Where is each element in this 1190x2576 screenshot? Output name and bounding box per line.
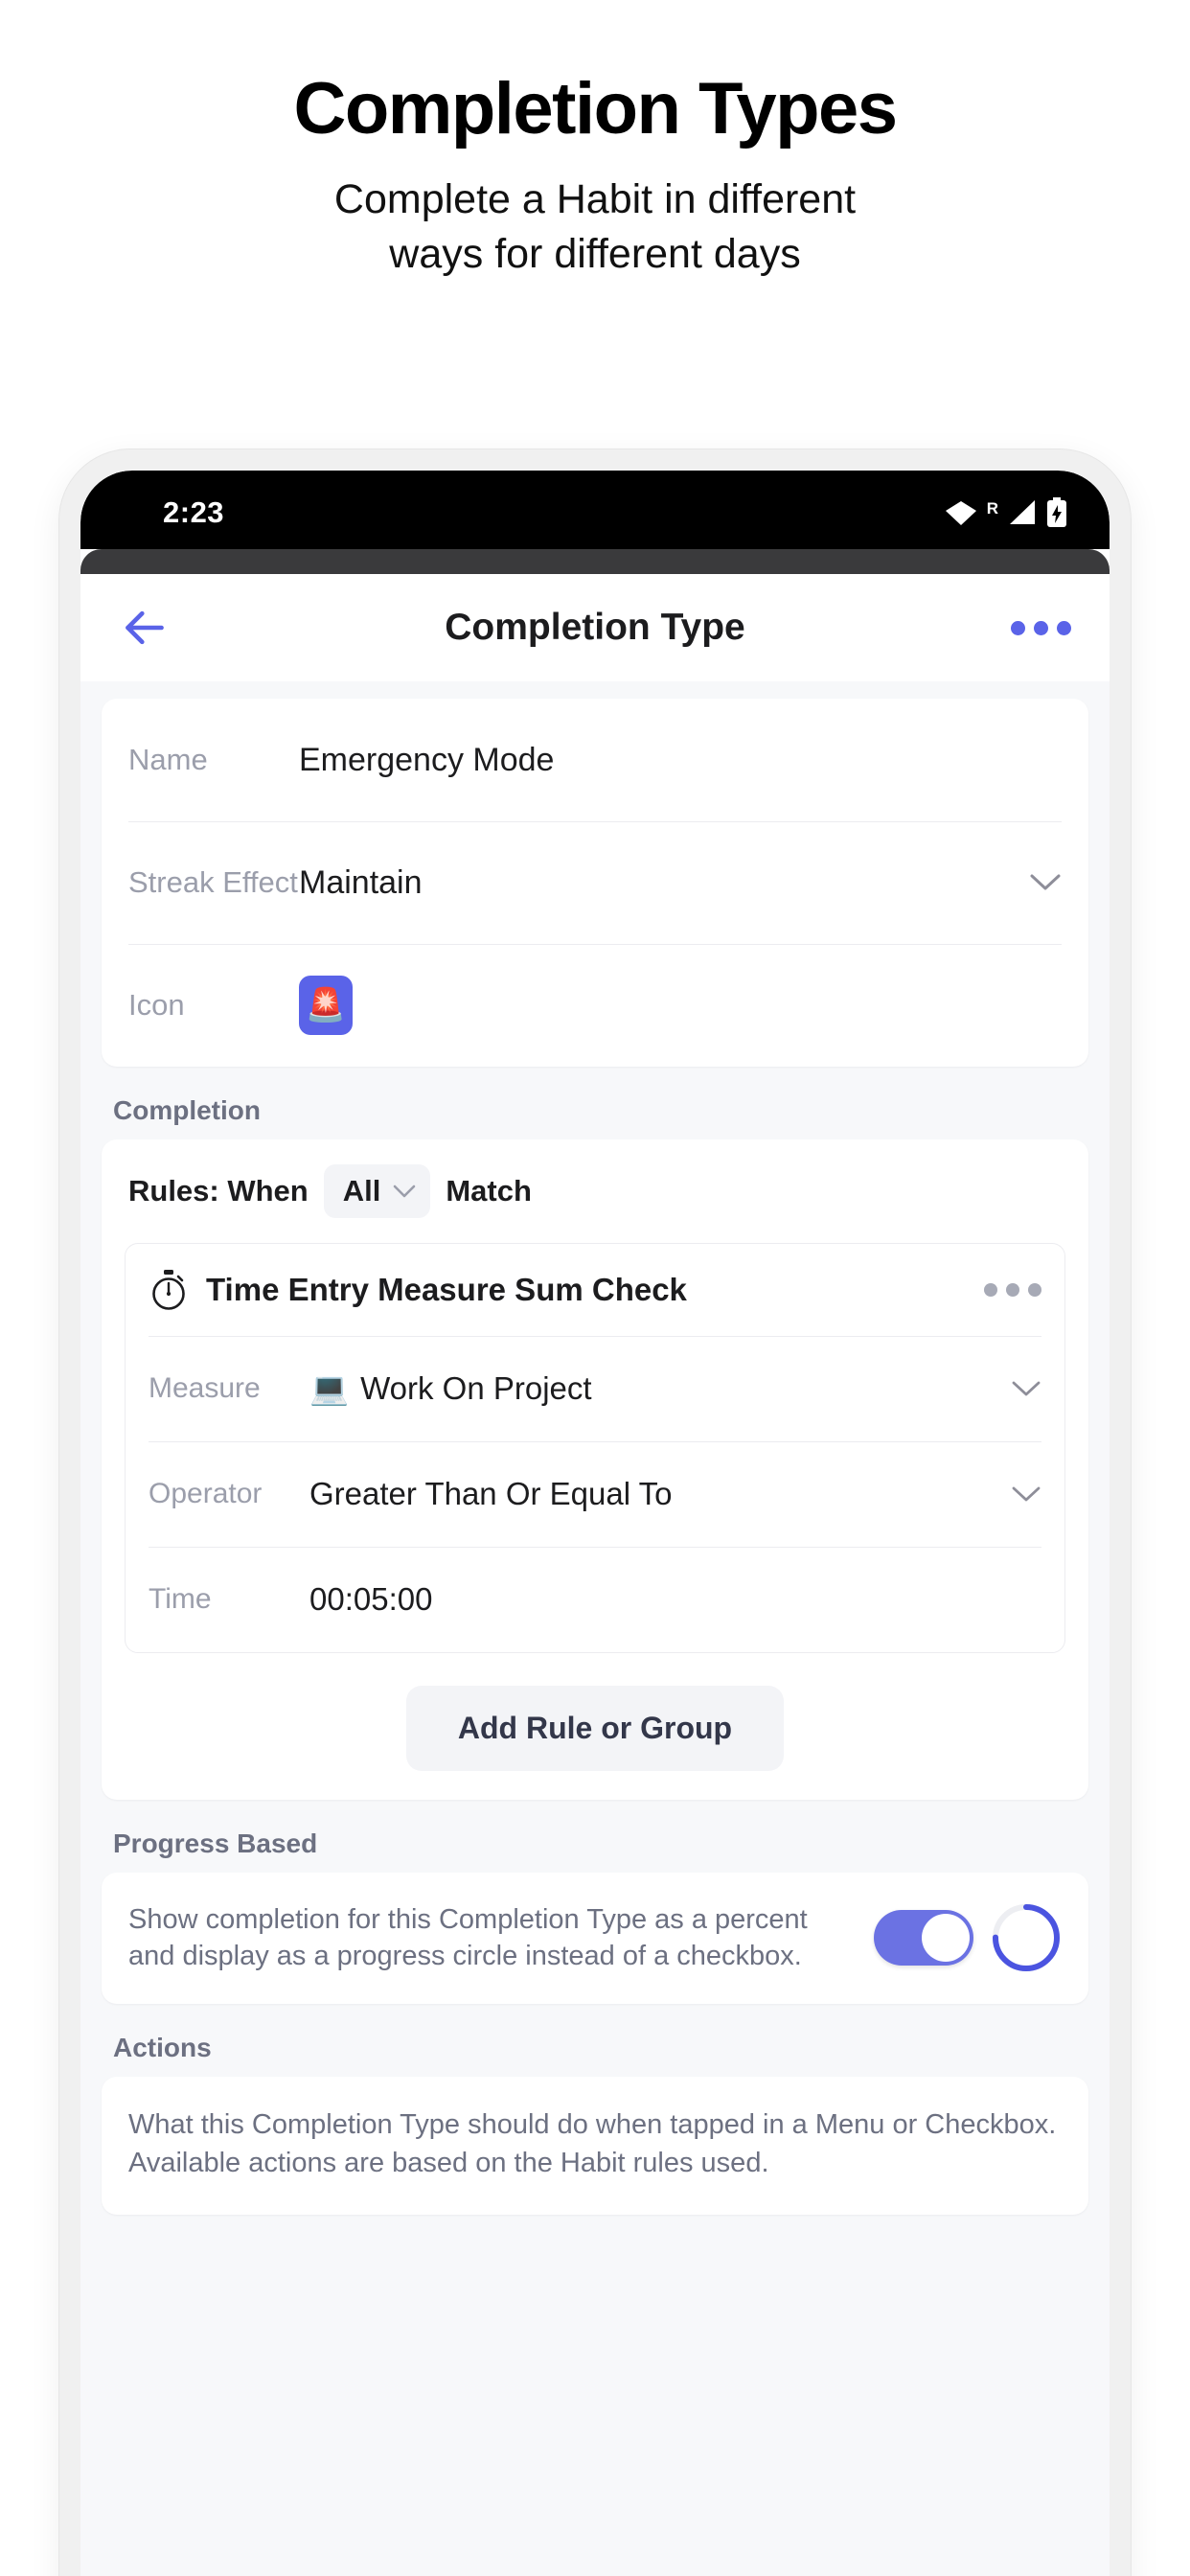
completion-section-label: Completion: [113, 1095, 261, 1125]
promo-subtitle-line-1: Complete a Habit in different: [333, 175, 857, 222]
name-label: Name: [128, 743, 208, 776]
progress-based-section-label: Progress Based: [113, 1828, 318, 1858]
toggle-knob: [922, 1914, 970, 1963]
promo-subtitle-line-2: ways for different days: [389, 230, 801, 277]
laptop-emoji-icon: 💻: [309, 1369, 350, 1406]
roaming-indicator-label: R: [986, 499, 998, 518]
rule-title: Time Entry Measure Sum Check: [206, 1272, 687, 1307]
add-rule-or-group-button[interactable]: Add Rule or Group: [405, 1686, 785, 1771]
row-icon[interactable]: Icon 🚨: [102, 944, 1088, 1067]
status-bar-icons: R: [945, 497, 1067, 528]
chevron-down-icon: [392, 1177, 417, 1207]
operator-value[interactable]: Greater Than Or Equal To: [309, 1476, 673, 1512]
rule-title-row[interactable]: Time Entry Measure Sum Check: [126, 1244, 1064, 1336]
status-bar-time: 2:23: [163, 495, 225, 529]
row-streak-effect[interactable]: Streak Effect Maintain: [102, 821, 1088, 944]
phone-screen: 2:23 R Completion Type Name Emergency Mo…: [80, 471, 1110, 2576]
page-title: Completion Type: [445, 607, 745, 648]
phone-device-frame: 2:23 R Completion Type Name Emergency Mo…: [59, 449, 1131, 2576]
app-header: Completion Type: [80, 574, 1110, 681]
progress-based-toggle[interactable]: [874, 1910, 973, 1966]
window-chrome-strip: [80, 549, 1110, 574]
cellular-signal-icon: [1010, 500, 1035, 524]
wifi-icon: [945, 501, 976, 525]
progress-based-card: Show completion for this Completion Type…: [102, 1873, 1088, 2004]
rotating-light-emoji-icon[interactable]: 🚨: [299, 976, 353, 1035]
promo-title: Completion Types: [293, 68, 898, 150]
streak-effect-value[interactable]: Maintain: [299, 864, 423, 902]
match-mode-select[interactable]: All: [323, 1164, 431, 1218]
battery-charging-icon: [1047, 497, 1066, 527]
chevron-down-icon[interactable]: [1029, 866, 1062, 899]
add-rule-button-wrap: Add Rule or Group: [125, 1686, 1065, 1771]
more-options-icon[interactable]: [1011, 620, 1071, 635]
name-value[interactable]: Emergency Mode: [299, 742, 554, 779]
promo-subtitle: Complete a Habit in different ways for d…: [0, 172, 1190, 282]
actions-section-label: Actions: [113, 2032, 212, 2062]
rules-card: Rules: When All Match Time Entry Measure…: [102, 1139, 1088, 1800]
rule-more-options-icon[interactable]: [984, 1283, 1041, 1297]
rule-row-time[interactable]: Time 00:05:00: [126, 1547, 1064, 1652]
rule-item: Time Entry Measure Sum Check Measure 💻 W…: [125, 1243, 1065, 1653]
actions-description: What this Completion Type should do when…: [128, 2108, 1057, 2178]
rule-row-operator[interactable]: Operator Greater Than Or Equal To: [126, 1441, 1064, 1547]
measure-label: Measure: [149, 1372, 261, 1404]
streak-effect-label: Streak Effect: [128, 865, 298, 899]
rules-header: Rules: When All Match: [125, 1164, 1065, 1218]
measure-value[interactable]: 💻 Work On Project: [309, 1370, 592, 1408]
status-bar: 2:23 R: [80, 471, 1110, 549]
promo-header: Completion Types Complete a Habit in dif…: [0, 0, 1190, 282]
chevron-down-icon[interactable]: [1011, 1478, 1041, 1510]
match-mode-value: All: [342, 1174, 381, 1208]
row-name[interactable]: Name Emergency Mode: [102, 699, 1088, 821]
promo-screenshot-page: Completion Types Complete a Habit in dif…: [0, 0, 1190, 2576]
back-arrow-icon[interactable]: [119, 602, 171, 654]
rule-row-measure[interactable]: Measure 💻 Work On Project: [126, 1336, 1064, 1441]
icon-label: Icon: [128, 988, 185, 1022]
stopwatch-icon: [152, 1270, 185, 1310]
chevron-down-icon[interactable]: [1011, 1372, 1041, 1405]
details-card: Name Emergency Mode Streak Effect Mainta…: [102, 699, 1088, 1067]
operator-label: Operator: [149, 1478, 263, 1509]
actions-card: What this Completion Type should do when…: [102, 2076, 1088, 2215]
progress-circle-preview-icon: [993, 1904, 1060, 1972]
app-content-scroll[interactable]: Name Emergency Mode Streak Effect Mainta…: [80, 681, 1110, 2576]
rules-match-label: Match: [446, 1174, 532, 1208]
rules-when-label: Rules: When: [128, 1174, 309, 1208]
progress-based-description: Show completion for this Completion Type…: [128, 1904, 808, 1972]
time-value[interactable]: 00:05:00: [309, 1581, 432, 1618]
time-label: Time: [149, 1583, 212, 1615]
measure-value-text: Work On Project: [360, 1370, 592, 1406]
